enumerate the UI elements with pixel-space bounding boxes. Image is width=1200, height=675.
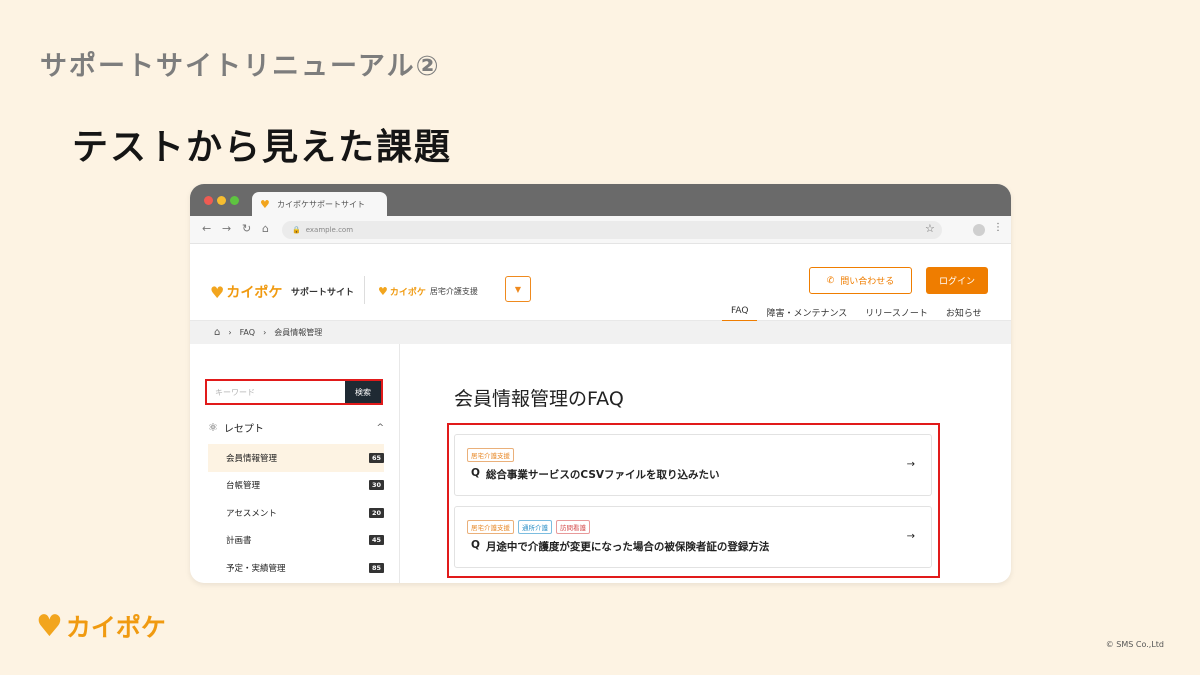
site-logo[interactable]: ♥ カイポケ: [210, 282, 282, 302]
sidebar-item-schedule[interactable]: 予定・実績管理 85: [208, 554, 384, 582]
breadcrumb-separator-icon: ›: [263, 328, 267, 337]
back-icon[interactable]: ←: [202, 222, 211, 235]
maximize-window-dot[interactable]: [230, 196, 239, 205]
support-site-label: サポートサイト: [291, 288, 355, 298]
tag-home-care: 居宅介護支援: [467, 520, 514, 534]
breadcrumb-separator-icon: ›: [228, 328, 232, 337]
favicon-heart-icon: ♥: [260, 197, 270, 211]
browser-window: ♥ カイポケサポートサイト ← → ↻ ⌂ 🔒 example.com ☆ ⋮ …: [190, 184, 1011, 583]
address-bar: ← → ↻ ⌂ 🔒 example.com ☆ ⋮: [190, 216, 1011, 244]
slide-subtitle: サポートサイトリニューアル②: [40, 51, 441, 82]
search-button[interactable]: 検索: [345, 381, 381, 403]
logo-text: カイポケ: [226, 285, 283, 301]
arrow-right-icon: →: [906, 531, 915, 542]
sidebar-item-label: アセスメント: [226, 508, 277, 519]
close-window-dot[interactable]: [204, 196, 213, 205]
sidebar-item-label: 計画書: [226, 536, 252, 547]
count-badge: 45: [368, 535, 384, 546]
category-label: レセプト: [223, 424, 264, 435]
search-input[interactable]: [207, 381, 345, 403]
product-logo-heart-icon: ♥: [378, 285, 388, 298]
copyright: © SMS Co.,Ltd: [1105, 640, 1164, 649]
forward-icon[interactable]: →: [222, 222, 231, 235]
product-logo-desc: 居宅介護支援: [429, 287, 478, 296]
sidebar-item-assessment[interactable]: アセスメント 20: [208, 499, 384, 527]
nav-item-news[interactable]: お知らせ: [937, 306, 991, 322]
sidebar-item-label: 会員情報管理: [226, 453, 278, 464]
nav-item-maintenance[interactable]: 障害・メンテナンス: [757, 306, 856, 322]
category-receipt[interactable]: ⚛ レセプト ^: [208, 420, 384, 435]
contact-button[interactable]: ✆ 問い合わせる: [809, 267, 912, 294]
search-box: 検索: [205, 379, 383, 405]
footer-logo-text: カイポケ: [65, 613, 166, 642]
sidebar-item-plan[interactable]: 計画書 45: [208, 527, 384, 555]
contact-button-label: 問い合わせる: [840, 277, 895, 287]
count-badge: 65: [368, 452, 384, 463]
faq-question-text: 月途中で介護度が変更になった場合の被保険者証の登録方法: [485, 541, 770, 553]
url-field[interactable]: 🔒 example.com: [282, 221, 942, 239]
q-marker: Q: [471, 539, 480, 551]
faq-tags: 居宅介護支援 通所介護 訪問看護: [467, 520, 590, 534]
sidebar-item-label: 予定・実績管理: [226, 563, 286, 574]
count-badge: 85: [368, 562, 384, 573]
tag-home-care: 居宅介護支援: [467, 448, 514, 462]
faq-question: Q 総合事業サービスのCSVファイルを取り込みたい: [471, 467, 720, 482]
lock-icon: 🔒: [292, 226, 301, 234]
count-badge: 20: [368, 507, 384, 518]
browser-tabbar: ♥ カイポケサポートサイト: [190, 184, 1011, 216]
content-title: 会員情報管理のFAQ: [454, 388, 624, 410]
tag-day-care: 通所介護: [518, 520, 552, 534]
product-logo[interactable]: ♥ カイポケ 居宅介護支援: [378, 285, 478, 298]
header-divider: [364, 276, 365, 304]
breadcrumb: ⌂ › FAQ › 会員情報管理: [190, 321, 1011, 344]
main-nav: FAQ 障害・メンテナンス リリースノート お知らせ: [722, 306, 991, 322]
chevron-down-icon: ▼: [514, 284, 522, 294]
atom-icon: ⚛: [208, 421, 218, 434]
nav-item-release-notes[interactable]: リリースノート: [856, 306, 937, 322]
sidebar-list: 会員情報管理 65 台帳管理 30 アセスメント 20 計画書 45 予定・実績…: [208, 444, 384, 582]
nav-item-faq[interactable]: FAQ: [722, 306, 758, 322]
product-logo-text: カイポケ: [389, 288, 426, 298]
sidebar-item-label: 台帳管理: [226, 481, 261, 492]
url-text: example.com: [305, 226, 354, 234]
faq-question-text: 総合事業サービスのCSVファイルを取り込みたい: [485, 469, 720, 481]
home-icon[interactable]: ⌂: [214, 327, 220, 338]
product-dropdown[interactable]: ▼: [505, 276, 531, 302]
breadcrumb-current: 会員情報管理: [274, 328, 323, 337]
faq-card[interactable]: 居宅介護支援 Q 総合事業サービスのCSVファイルを取り込みたい →: [454, 434, 932, 496]
reload-icon[interactable]: ↻: [242, 222, 251, 235]
logo-heart-icon: ♥: [210, 282, 225, 302]
browser-tab[interactable]: ♥ カイポケサポートサイト: [252, 192, 387, 216]
site-header: ♥ カイポケ サポートサイト ♥ カイポケ 居宅介護支援 ▼ ✆ 問い合わせる …: [190, 244, 1011, 322]
faq-card[interactable]: 居宅介護支援 通所介護 訪問看護 Q 月途中で介護度が変更になった場合の被保険者…: [454, 506, 932, 568]
sidebar-item-ledger[interactable]: 台帳管理 30: [208, 472, 384, 500]
kebab-menu-icon[interactable]: ⋮: [993, 222, 1003, 233]
chevron-up-icon: ^: [376, 422, 384, 433]
footer-heart-icon: ♥: [36, 608, 63, 644]
sidebar: 検索 ⚛ レセプト ^ 会員情報管理 65 台帳管理 30 アセスメント 20 …: [190, 344, 400, 583]
faq-tags: 居宅介護支援: [467, 448, 514, 462]
tab-title: カイポケサポートサイト: [277, 199, 365, 209]
profile-avatar[interactable]: [973, 224, 985, 236]
sidebar-item-member-info[interactable]: 会員情報管理 65: [208, 444, 384, 472]
breadcrumb-faq[interactable]: FAQ: [240, 328, 256, 337]
footer-logo: ♥ カイポケ: [36, 608, 166, 644]
home-nav-icon[interactable]: ⌂: [262, 222, 269, 235]
count-badge: 30: [368, 480, 384, 491]
bookmark-star-icon[interactable]: ☆: [925, 222, 935, 235]
tag-visiting-nurse: 訪問看護: [556, 520, 590, 534]
login-button[interactable]: ログイン: [926, 267, 988, 294]
faq-question: Q 月途中で介護度が変更になった場合の被保険者証の登録方法: [471, 539, 769, 554]
phone-icon: ✆: [826, 275, 835, 286]
q-marker: Q: [471, 467, 480, 479]
arrow-right-icon: →: [906, 459, 915, 470]
slide-title: テストから見えた課題: [72, 127, 453, 168]
minimize-window-dot[interactable]: [217, 196, 226, 205]
